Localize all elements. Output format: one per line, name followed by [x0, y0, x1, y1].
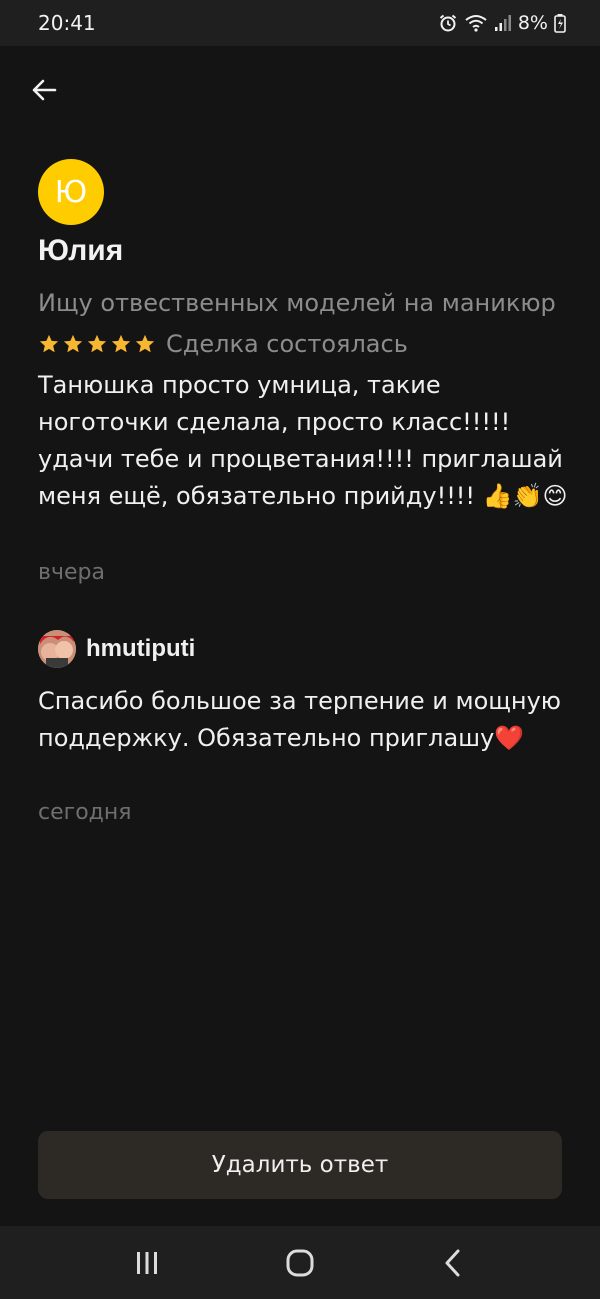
reply-author: hmutiputi — [86, 635, 196, 662]
listing-title[interactable]: Ищу отвественных моделей на маникюр — [38, 289, 556, 317]
back-button[interactable] — [26, 72, 62, 108]
system-nav-bar — [0, 1226, 600, 1299]
star-icon — [135, 334, 155, 353]
status-bar: 20:41 8% — [0, 0, 600, 46]
alarm-icon — [439, 14, 456, 32]
review-text: Танюшка просто умница, такие ноготочки с… — [38, 371, 568, 510]
rating-stars — [38, 333, 156, 355]
reply-text: Спасибо большое за терпение и мощную под… — [38, 687, 562, 752]
recent-apps-icon — [136, 1251, 157, 1274]
reply-avatar — [38, 630, 76, 668]
avatar-letter: Ю — [54, 174, 88, 210]
status-icons: 8% — [438, 12, 566, 34]
status-time: 20:41 — [38, 11, 96, 35]
reply-header: hmutiputi — [38, 630, 195, 668]
screen: 20:41 8% Ю Юлия Ищу отвественных моделей… — [0, 0, 600, 1299]
deal-status: Сделка состоялась — [166, 330, 408, 358]
reviewer-avatar[interactable]: Ю — [38, 159, 104, 225]
rating-row: Сделка состоялась — [38, 330, 408, 358]
delete-reply-button[interactable]: Удалить ответ — [38, 1131, 562, 1199]
battery-icon — [554, 14, 566, 33]
star-icon — [87, 334, 107, 353]
battery-percent: 8% — [517, 12, 548, 34]
wifi-icon — [465, 15, 487, 32]
star-icon — [111, 334, 131, 353]
arrow-left-icon — [32, 79, 57, 101]
chevron-left-icon — [445, 1249, 460, 1276]
avatar-image — [38, 630, 76, 668]
home-button[interactable] — [270, 1233, 330, 1293]
signal-icon — [494, 15, 511, 31]
reviewer-name[interactable]: Юлия — [38, 234, 123, 268]
home-icon — [286, 1249, 314, 1276]
back-nav-button[interactable] — [423, 1233, 483, 1293]
star-icon — [63, 334, 83, 353]
review-date: вчера — [38, 560, 105, 585]
recent-apps-button[interactable] — [117, 1233, 177, 1293]
star-icon — [39, 334, 59, 353]
reply-date: сегодня — [38, 800, 132, 825]
